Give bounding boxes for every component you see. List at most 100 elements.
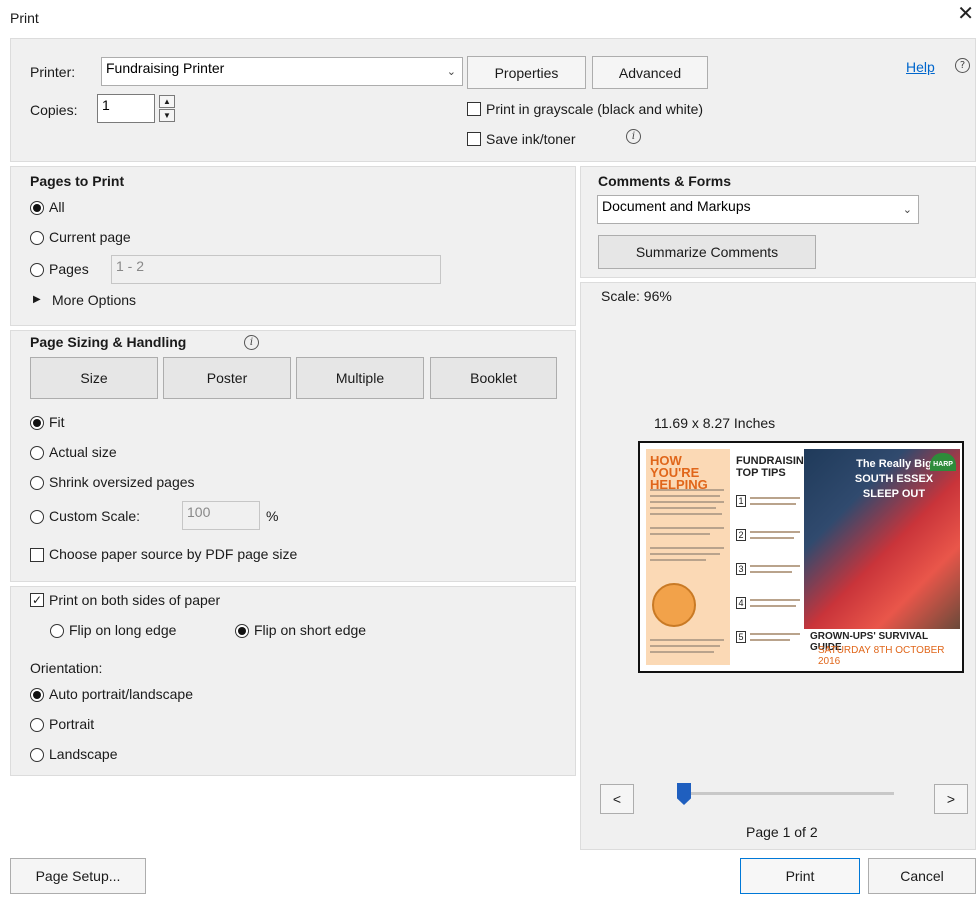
next-page-button[interactable]: > [934,784,968,814]
preview-heading-left: HOW YOU'RE HELPING [650,453,708,492]
preview-tip-number: 5 [736,631,746,643]
comments-select-value: Document and Markups [602,198,751,214]
paper-source-label: Choose paper source by PDF page size [49,546,298,562]
preview-text-line [750,565,800,567]
preview-logo: HARP [930,453,956,471]
pages-all-radio[interactable] [30,201,44,215]
comments-select[interactable]: Document and Markups ⌄ [597,195,919,224]
preview-tip-number: 4 [736,597,746,609]
percent-label: % [266,508,279,524]
previous-page-button[interactable]: < [600,784,634,814]
dialog-title: Print [10,10,39,26]
summarize-comments-button[interactable]: Summarize Comments [598,235,816,269]
comments-heading: Comments & Forms [598,173,732,189]
tab-size[interactable]: Size [30,357,158,399]
portrait-radio[interactable] [30,718,44,732]
preview-tip-number: 3 [736,563,746,575]
grayscale-label: Print in grayscale (black and white) [486,101,704,117]
preview-heading-mid: FUNDRAISING TOP TIPS [736,455,813,479]
cancel-button[interactable]: Cancel [868,858,976,894]
long-edge-label: Flip on long edge [69,622,177,638]
chevron-down-icon: ⌄ [902,203,912,216]
current-page-radio[interactable] [30,231,44,245]
short-edge-label: Flip on short edge [254,622,367,638]
custom-scale-radio[interactable] [30,510,44,524]
preview-text-line [650,533,710,535]
preview-text-line [750,639,790,641]
page-indicator: Page 1 of 2 [746,824,818,840]
preview-text-line [650,547,724,549]
chevron-down-icon: ⌄ [446,65,456,78]
stepper-up-icon[interactable]: ▲ [159,95,175,108]
preview-text-line [650,527,724,529]
save-ink-label: Save ink/toner [486,131,576,147]
shrink-radio[interactable] [30,476,44,490]
printer-select[interactable]: Fundraising Printer ⌄ [101,57,463,86]
long-edge-radio[interactable] [50,624,64,638]
paper-size-readout: 11.69 x 8.27 Inches [654,415,776,431]
short-edge-radio[interactable] [235,624,249,638]
custom-scale-input[interactable]: 100 [182,501,260,530]
paper-source-checkbox[interactable] [30,548,44,562]
both-sides-label: Print on both sides of paper [49,592,221,608]
advanced-button[interactable]: Advanced [592,56,708,89]
properties-button[interactable]: Properties [467,56,586,89]
preview-text-line [750,599,800,601]
preview-tip-number: 2 [736,529,746,541]
current-page-label: Current page [49,229,131,245]
more-options-toggle[interactable]: More Options [52,292,136,308]
print-button[interactable]: Print [740,858,860,894]
shrink-label: Shrink oversized pages [49,474,195,490]
printer-select-value: Fundraising Printer [106,60,225,76]
pages-range-label: Pages [49,261,89,277]
expand-triangle-icon[interactable]: ▶ [33,294,41,305]
help-question-icon[interactable]: ? [955,58,970,73]
preview-text-line [650,645,720,647]
info-icon[interactable]: i [626,129,641,144]
orientation-heading: Orientation: [30,660,103,676]
page-sizing-heading: Page Sizing & Handling [30,334,187,350]
info-icon[interactable]: i [244,335,259,350]
pages-range-input[interactable]: 1 - 2 [111,255,441,284]
fit-radio[interactable] [30,416,44,430]
copies-input[interactable]: 1 [97,94,155,123]
preview-text-line [650,501,724,503]
save-ink-checkbox[interactable] [467,132,481,146]
tab-poster[interactable]: Poster [163,357,291,399]
fit-label: Fit [49,414,65,430]
close-icon[interactable]: ✕ [957,4,974,24]
portrait-label: Portrait [49,716,95,732]
copies-stepper[interactable]: ▲ ▼ [159,95,175,122]
preview-text-line [650,489,724,491]
actual-size-radio[interactable] [30,446,44,460]
landscape-radio[interactable] [30,748,44,762]
preview-text-line [750,633,800,635]
page-setup-button[interactable]: Page Setup... [10,858,146,894]
tab-booklet[interactable]: Booklet [430,357,557,399]
actual-size-label: Actual size [49,444,117,460]
page-slider-track[interactable] [680,792,894,795]
preview-footer-date: SATURDAY 8TH OCTOBER 2016 [818,645,945,667]
pages-all-label: All [49,199,65,215]
both-sides-checkbox[interactable]: ✓ [30,593,44,607]
copies-label: Copies: [30,102,78,118]
preview-text-line [750,537,794,539]
printer-label: Printer: [30,64,76,80]
preview-text-line [750,497,800,499]
preview-text-line [650,553,720,555]
scale-readout: Scale: 96% [601,288,672,304]
auto-orientation-label: Auto portrait/landscape [49,686,193,702]
pages-range-radio[interactable] [30,263,44,277]
preview-text-line [650,513,722,515]
preview-text-line [650,559,706,561]
preview-tip-number: 1 [736,495,746,507]
grayscale-checkbox[interactable] [467,102,481,116]
tab-multiple[interactable]: Multiple [296,357,424,399]
stepper-down-icon[interactable]: ▼ [159,109,175,122]
help-link[interactable]: Help [906,59,935,75]
preview-text-line [650,651,714,653]
auto-orientation-radio[interactable] [30,688,44,702]
preview-photo-title: The Really Big SOUTH ESSEX SLEEP OUT [854,458,934,500]
custom-scale-label: Custom Scale: [49,508,141,524]
preview-text-line [650,507,716,509]
